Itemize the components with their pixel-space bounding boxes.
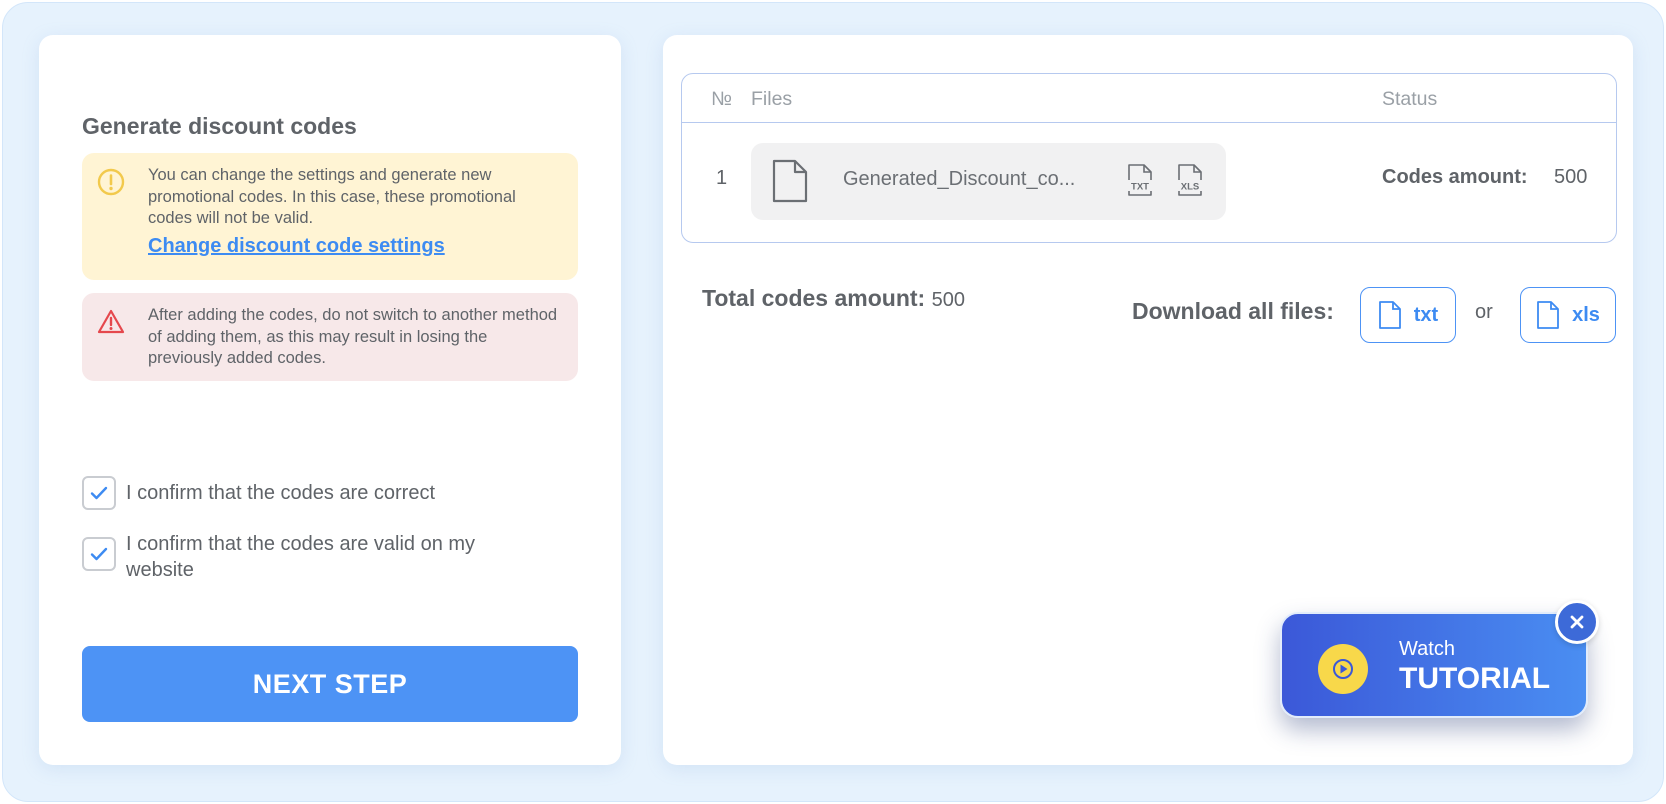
- file-item: Generated_Discount_co... TXT XLS: [751, 143, 1226, 220]
- download-xls-icon[interactable]: XLS: [1175, 163, 1205, 197]
- confirm-valid-row: I confirm that the codes are valid on my…: [82, 531, 506, 583]
- txt-format-label: TXT: [1131, 182, 1149, 193]
- tutorial-watch-label: Watch: [1399, 638, 1455, 660]
- header-number: №: [711, 88, 732, 110]
- xls-format-label: XLS: [1181, 182, 1199, 193]
- info-alert-text: You can change the settings and generate…: [148, 166, 516, 227]
- codes-amount-label: Codes amount:: [1382, 166, 1528, 188]
- header-files: Files: [751, 88, 793, 110]
- warning-alert: After adding the codes, do not switch to…: [82, 293, 578, 381]
- table-header: № Files Status: [682, 74, 1616, 123]
- confirm-correct-checkbox[interactable]: [82, 476, 116, 510]
- document-icon: [1378, 301, 1401, 329]
- warning-alert-text: After adding the codes, do not switch to…: [148, 306, 558, 367]
- close-tutorial-button[interactable]: [1555, 600, 1599, 644]
- play-icon: [1318, 644, 1368, 694]
- row-number: 1: [716, 167, 728, 189]
- file-name: Generated_Discount_co...: [843, 168, 1076, 190]
- confirm-valid-checkbox[interactable]: [82, 537, 116, 571]
- download-xls-label: xls: [1572, 303, 1600, 326]
- next-step-button[interactable]: NEXT STEP: [82, 646, 578, 722]
- total-codes-value: 500: [931, 289, 965, 311]
- document-icon: [1537, 301, 1559, 329]
- generate-codes-card: Generate discount codes You can change t…: [39, 35, 621, 765]
- checkmark-icon: [90, 486, 108, 500]
- download-all-xls-button[interactable]: xls: [1520, 287, 1616, 343]
- close-icon: [1570, 615, 1584, 629]
- warning-triangle-icon: [97, 309, 125, 334]
- files-table: № Files Status 1 Generated_Discount_co..…: [681, 73, 1617, 243]
- download-all-label: Download all files:: [1132, 298, 1334, 324]
- watch-tutorial-button[interactable]: Watch TUTORIAL: [1280, 612, 1588, 718]
- total-codes: Total codes amount: 500: [702, 285, 965, 312]
- confirm-valid-label: I confirm that the codes are valid on my…: [126, 533, 476, 581]
- page-title: Generate discount codes: [82, 113, 357, 139]
- download-all-txt-button[interactable]: txt: [1360, 287, 1456, 343]
- header-status: Status: [1382, 88, 1438, 110]
- download-txt-icon[interactable]: TXT: [1125, 163, 1155, 197]
- document-icon: [772, 159, 808, 203]
- checkmark-icon: [90, 547, 108, 561]
- exclamation-circle-icon: [97, 168, 125, 196]
- codes-amount-value: 500: [1554, 166, 1588, 188]
- download-or-text: or: [1475, 301, 1493, 323]
- total-codes-label: Total codes amount:: [702, 285, 926, 311]
- confirm-correct-label: I confirm that the codes are correct: [126, 482, 436, 504]
- tutorial-title: TUTORIAL: [1399, 662, 1551, 695]
- change-settings-link[interactable]: Change discount code settings: [148, 235, 445, 258]
- info-alert: You can change the settings and generate…: [82, 153, 578, 280]
- download-txt-label: txt: [1413, 303, 1439, 326]
- confirm-correct-row: I confirm that the codes are correct: [82, 476, 506, 510]
